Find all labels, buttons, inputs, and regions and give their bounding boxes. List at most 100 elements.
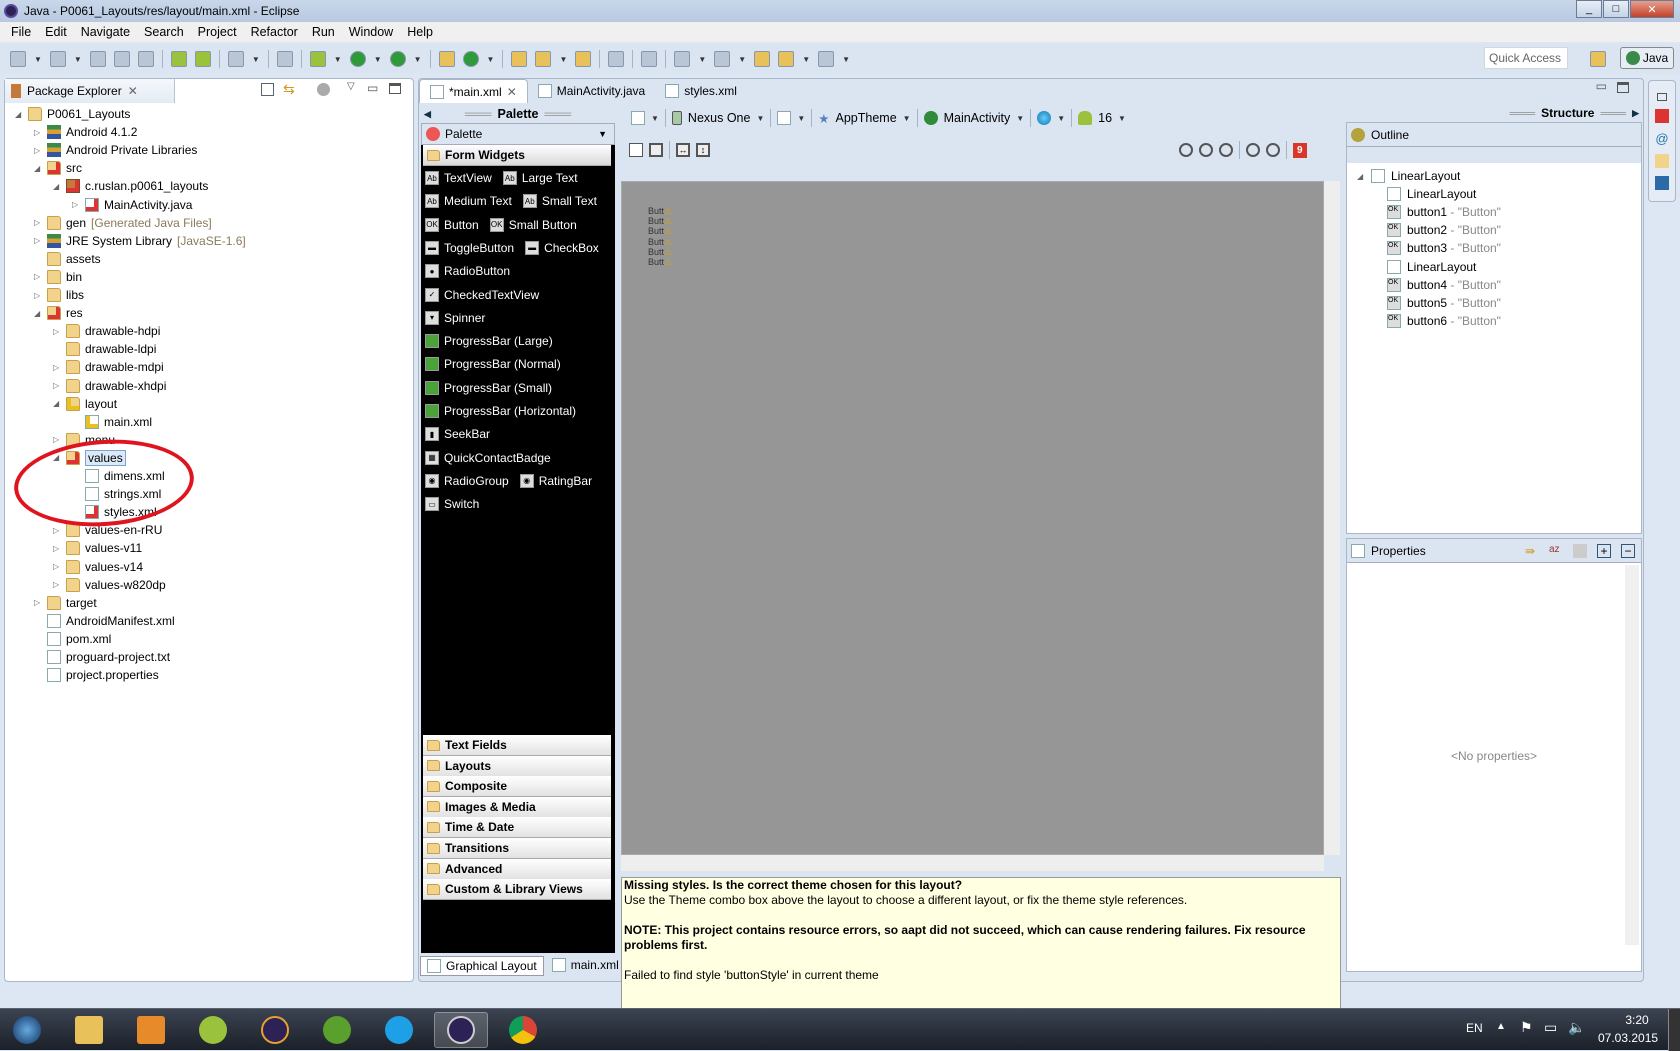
outline-item[interactable]: OK button2 - "Button" [1387,221,1501,239]
palette-dropdown[interactable]: Palette ▼ [421,123,615,145]
toggle-mark-icon[interactable] [608,51,625,67]
maximize-editor-icon[interactable] [1617,82,1629,93]
run-icon[interactable] [349,51,366,67]
canvas-button[interactable]: Butt⚠ [648,216,672,226]
theme-dropdown[interactable]: AppTheme [836,111,897,125]
collapse-all-icon[interactable] [261,83,274,96]
menu-file[interactable]: File [4,25,38,39]
palette-widget[interactable]: Spinner [444,311,485,325]
new-package-icon[interactable] [438,51,455,67]
outline-item[interactable]: OK button1 - "Button" [1387,203,1501,221]
tree-item[interactable]: ▷ bin [34,268,82,286]
next-annotation-icon[interactable] [674,51,691,67]
close-tab-icon[interactable]: ✕ [128,84,138,98]
collapsed-twisty-icon[interactable]: ▷ [53,381,61,390]
collapsed-twisty-icon[interactable]: ▷ [53,544,61,553]
menu-help[interactable]: Help [400,25,440,39]
collapsed-twisty-icon[interactable]: ▷ [53,435,61,444]
outline-item[interactable]: OK button3 - "Button" [1387,239,1501,257]
debug-icon[interactable] [309,51,326,67]
android-device-icon[interactable] [641,51,658,67]
new-class-icon[interactable] [462,51,479,67]
palette-widget[interactable]: RatingBar [539,474,592,488]
tree-item[interactable]: ◢ c.ruslan.p0061_layouts [53,177,208,195]
tree-item[interactable]: ◢ res [34,304,83,322]
language-indicator[interactable]: EN [1466,1021,1483,1035]
network-icon[interactable]: ▭ [1544,1019,1557,1036]
maximize-view-icon[interactable] [389,83,401,94]
palette-widget[interactable]: ProgressBar (Large) [444,334,553,348]
outline-item[interactable]: LinearLayout [1387,185,1476,203]
collapsed-twisty-icon[interactable]: ▷ [34,598,42,607]
palette-category[interactable]: Text Fields [423,735,611,756]
tree-item[interactable]: project.properties [34,666,159,684]
expanded-twisty-icon[interactable]: ◢ [53,182,61,191]
outline-item[interactable]: OK button6 - "Button" [1387,312,1501,330]
tree-item[interactable]: ▷ MainActivity.java [72,196,192,214]
palette-category[interactable]: Custom & Library Views [423,879,611,901]
tree-item[interactable]: proguard-project.txt [34,648,170,666]
external-tools-icon[interactable] [389,51,406,67]
palette-widget[interactable]: TextView [444,171,492,185]
palette-widget[interactable]: QuickContactBadge [444,451,551,465]
editor-tab[interactable]: MainActivity.java [528,79,655,103]
palette-widget[interactable]: ProgressBar (Normal) [444,357,561,371]
menu-run[interactable]: Run [305,25,342,39]
declaration-icon[interactable] [1655,154,1669,168]
category-form-widgets[interactable]: Form Widgets [423,145,611,166]
javadoc-icon[interactable]: @ [1655,131,1668,146]
tree-item[interactable]: ▷ drawable-mdpi [53,358,164,376]
rotate-icon[interactable] [777,111,792,125]
palette-widget[interactable]: Small Text [542,194,597,208]
open-perspective-icon[interactable] [1590,51,1606,67]
minimize-button[interactable]: _ [1576,0,1602,18]
tab-graphical-layout[interactable]: Graphical Layout [420,956,544,976]
edit-icon[interactable] [535,51,552,67]
link-with-editor-icon[interactable]: ⇆ [283,81,295,98]
canvas-button[interactable]: Butt⚠ [648,226,672,236]
editor-tab[interactable]: *main.xml ✕ [419,79,528,103]
expanded-twisty-icon[interactable]: ◢ [34,164,42,173]
palette-widget[interactable]: CheckedTextView [444,288,539,302]
clock-time[interactable]: 3:20 [1612,1013,1662,1027]
expand-structure-icon[interactable]: ▶ [1632,108,1639,119]
action-center-flag-icon[interactable]: ⚑ [1520,1019,1533,1036]
editor-tab[interactable]: styles.xml [655,79,747,103]
java-perspective-button[interactable]: Java [1620,47,1674,69]
tree-item[interactable]: ▷ values-w820dp [53,576,166,594]
tree-item[interactable]: ◢ P0061_Layouts [15,105,130,123]
palette-widget[interactable]: Switch [444,497,479,511]
android-avd-icon[interactable] [194,51,211,67]
collapsed-twisty-icon[interactable]: ▷ [34,146,42,155]
tree-item[interactable]: ▷ values-v11 [53,539,142,557]
tree-item[interactable]: assets [34,250,101,268]
zoom-real-icon[interactable] [1199,143,1213,157]
palette-widget[interactable]: Small Button [509,218,577,232]
save-icon[interactable] [89,51,106,67]
device-dropdown[interactable]: Nexus One [688,111,751,125]
canvas-button[interactable]: Butt⚠ [648,247,672,257]
package-explorer-tab[interactable]: Package Explorer ✕ [5,79,175,103]
open-task-icon[interactable] [575,51,592,67]
expand-all-icon[interactable]: + [1597,543,1611,558]
tree-item[interactable]: ◢ src [34,159,82,177]
palette-widget[interactable]: Button [444,218,479,232]
quick-access-input[interactable]: Quick Access [1484,47,1568,69]
fill-height-icon[interactable]: ↕ [696,143,710,157]
collapse-all-icon[interactable]: − [1621,543,1635,558]
close-button[interactable]: ✕ [1630,0,1674,18]
zoom-fit-icon[interactable] [1179,143,1193,157]
canvas-button[interactable]: Butt⚠ [648,257,672,267]
canvas-button[interactable]: Butt⚠ [648,237,672,247]
collapsed-twisty-icon[interactable]: ▷ [72,200,80,209]
print-icon[interactable] [137,51,154,67]
tree-item[interactable]: ▷ Android 4.1.2 [34,123,137,141]
restore-default-icon[interactable] [1573,543,1587,558]
locale-globe-icon[interactable] [1037,111,1052,125]
show-desktop-button[interactable] [1668,1009,1680,1051]
tree-item[interactable]: AndroidManifest.xml [34,612,175,630]
palette-category[interactable]: Transitions [423,838,611,859]
palette-widget[interactable]: CheckBox [544,241,599,255]
restore-icon[interactable] [1657,93,1667,101]
collapsed-twisty-icon[interactable]: ▷ [53,562,61,571]
